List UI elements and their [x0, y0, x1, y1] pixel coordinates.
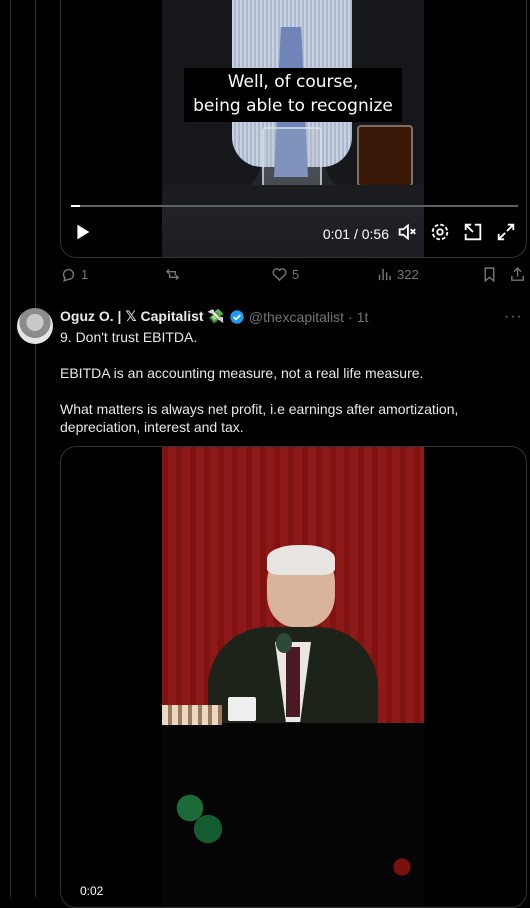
video-controls: 0:01 / 0:56 [61, 205, 526, 257]
bookmark-button[interactable] [481, 266, 498, 283]
avatar[interactable] [17, 308, 53, 344]
user-handle[interactable]: @thexcapitalist [249, 309, 344, 325]
display-name[interactable]: Oguz O. | 𝕏 Capitalist 💸 [60, 308, 225, 325]
video-progress-bar[interactable] [71, 205, 518, 207]
share-icon [511, 267, 524, 281]
water-glass [262, 127, 322, 191]
caption-line-1: Well, of course, [227, 72, 359, 92]
tweet-header: Oguz O. | 𝕏 Capitalist 💸 @thexcapitalist… [60, 308, 368, 325]
thread-connector-line [35, 0, 36, 897]
views-count: 322 [397, 267, 419, 282]
tweet-text-line-2: EBITDA is an accounting measure, not a r… [60, 365, 424, 381]
tweet-time[interactable]: 1t [357, 309, 369, 325]
share-button[interactable] [509, 266, 526, 283]
reply-count: 1 [81, 267, 89, 282]
caption-line-2: being able to recognize [193, 96, 393, 116]
microphone [276, 633, 292, 653]
repost-button[interactable] [164, 266, 185, 283]
video-time: 0:02 [80, 884, 104, 898]
video-frame [162, 447, 424, 907]
video-caption: Well, of course, being able to recognize [184, 68, 402, 122]
like-count: 5 [292, 267, 300, 282]
coffee-cup [228, 697, 256, 721]
reply-button[interactable]: 1 [60, 266, 88, 283]
tweet-text-line-3: What matters is always net profit, i.e e… [60, 401, 459, 435]
video-time: 0:01 / 0:56 [322, 226, 389, 242]
video-progress-fill [71, 205, 80, 207]
fullscreen-icon[interactable] [495, 221, 517, 243]
heart-icon [272, 268, 287, 282]
soda-glass [357, 125, 413, 187]
repost-icon [165, 269, 180, 280]
video-player-1[interactable]: Well, of course, being able to recognize… [60, 0, 527, 258]
reply-icon [62, 268, 75, 283]
gear-icon[interactable] [429, 221, 451, 243]
like-button[interactable]: 5 [271, 266, 299, 283]
bookmark-icon [484, 267, 495, 283]
views-button[interactable]: 322 [376, 266, 419, 283]
picture-in-picture-icon[interactable] [462, 221, 484, 243]
meta-separator: · [348, 308, 353, 325]
muted-speaker-icon[interactable] [396, 221, 418, 243]
views-icon [378, 268, 391, 281]
thread-divider-left [10, 0, 11, 897]
tweet-text-line-1: 9. Don't trust EBITDA. [60, 329, 198, 345]
play-icon[interactable] [71, 221, 93, 243]
verified-badge-icon [230, 309, 244, 324]
tweet-actions: 1 5 322 [60, 266, 530, 288]
more-options-icon[interactable]: ··· [504, 308, 523, 326]
video-player-2[interactable]: 0:02 [60, 446, 527, 908]
